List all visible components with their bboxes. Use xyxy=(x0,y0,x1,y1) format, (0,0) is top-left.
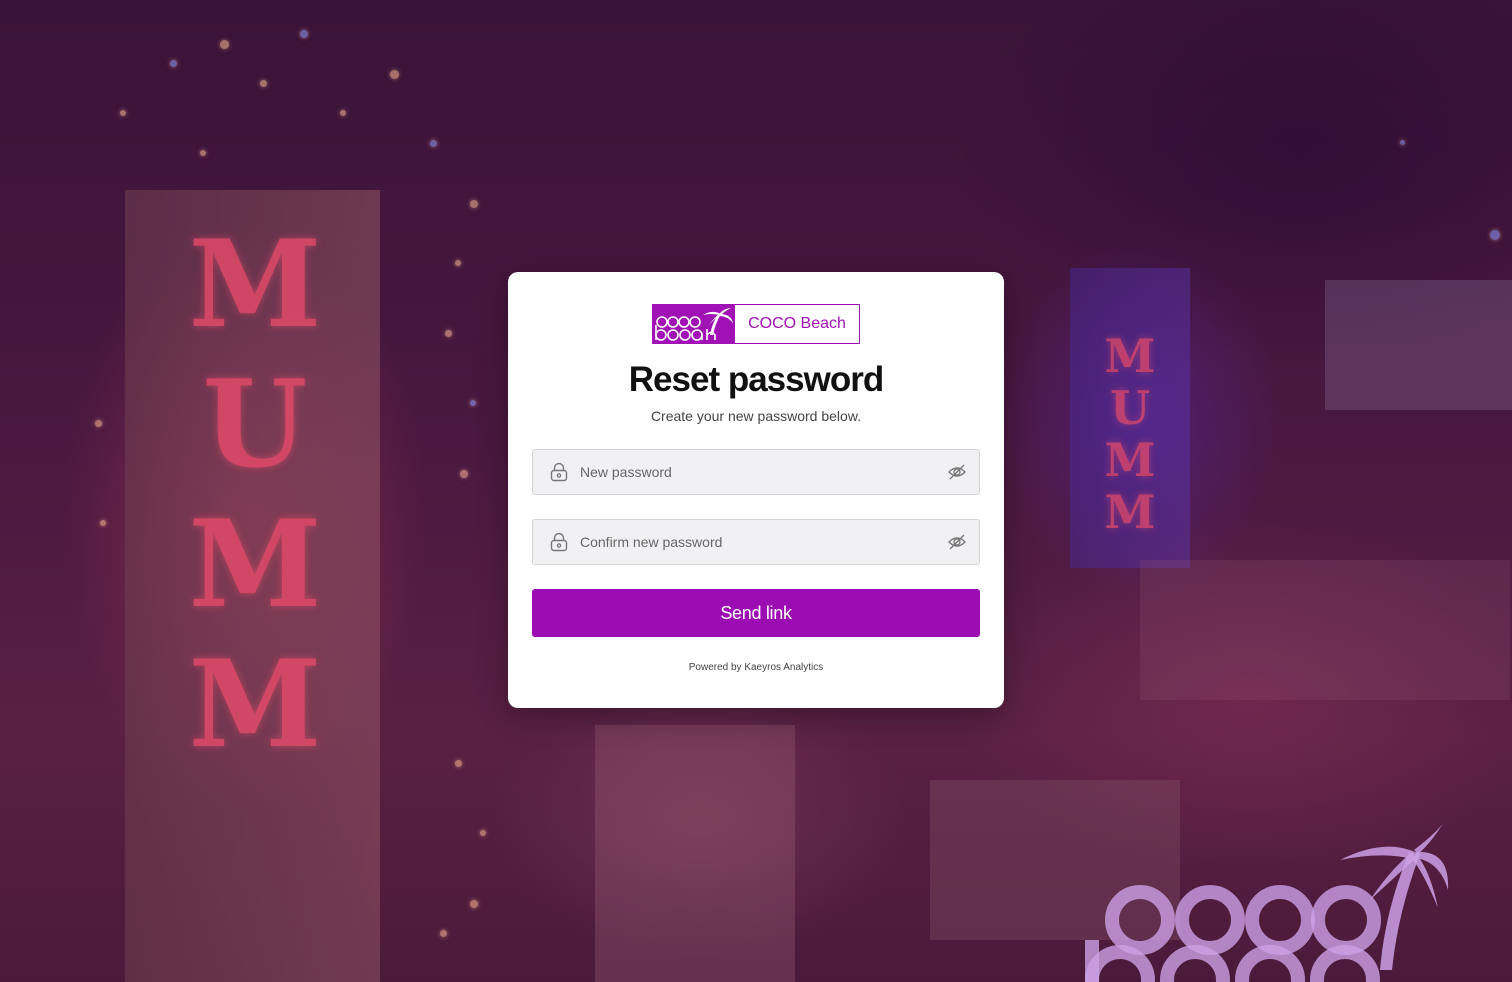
send-link-button[interactable]: Send link xyxy=(532,589,980,637)
brand-name: COCO Beach xyxy=(748,315,846,332)
eye-off-icon[interactable] xyxy=(946,531,968,553)
eye-off-icon[interactable] xyxy=(946,461,968,483)
new-password-input[interactable] xyxy=(580,452,938,492)
page-subtitle: Create your new password below. xyxy=(650,408,862,424)
lock-icon xyxy=(548,461,570,483)
neon-sign-right: MUMM xyxy=(1104,329,1156,539)
neon-sign-left: MUMM xyxy=(188,214,322,775)
bar-counter xyxy=(1325,280,1512,410)
page-title: Reset password xyxy=(628,360,884,399)
confirm-password-input[interactable] xyxy=(580,522,938,562)
lounge-seat xyxy=(595,725,795,982)
coco-beach-watermark xyxy=(1085,820,1449,982)
confirm-password-field[interactable] xyxy=(532,519,980,565)
coco-beach-logo-mark xyxy=(653,305,735,343)
powered-by-text: Powered by Kaeyros Analytics xyxy=(688,662,824,673)
reset-password-card: COCO Beach Reset password Create your ne… xyxy=(508,272,1004,708)
lounge-seat xyxy=(1140,560,1510,700)
lock-icon xyxy=(548,531,570,553)
brand-logo: COCO Beach xyxy=(652,304,860,344)
new-password-field[interactable] xyxy=(532,449,980,495)
